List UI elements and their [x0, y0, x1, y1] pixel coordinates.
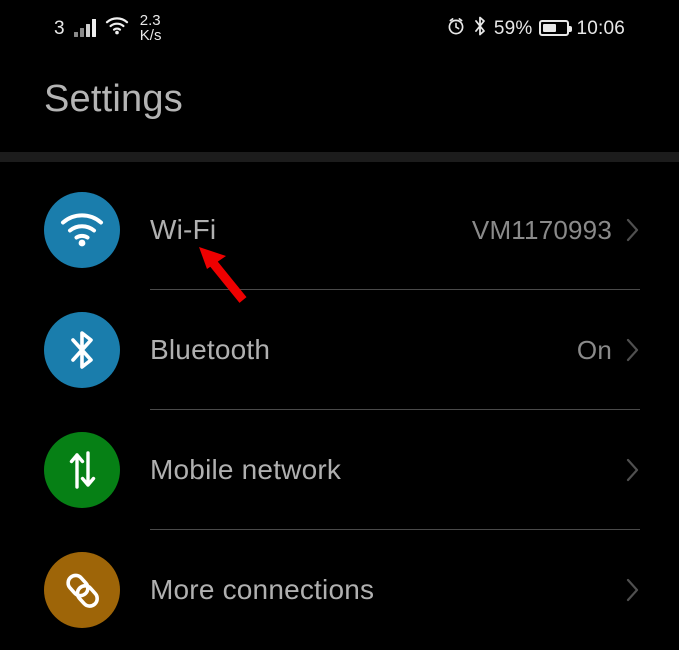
settings-row-body: Bluetooth On: [150, 290, 679, 410]
status-bar: 3 2.3 K/s 59% 10:06: [0, 0, 679, 56]
settings-row-mobile-network[interactable]: Mobile network: [0, 410, 679, 530]
settings-row-label: More connections: [150, 574, 375, 605]
settings-row-body: More connections: [150, 530, 679, 650]
settings-row-body: Mobile network: [150, 410, 679, 530]
bluetooth-icon: [473, 15, 487, 42]
settings-row-wifi[interactable]: Wi-Fi VM1170993: [0, 170, 679, 290]
battery-icon: [539, 20, 573, 36]
wifi-icon: [105, 16, 129, 40]
bluetooth-icon: [44, 312, 120, 388]
chevron-right-icon[interactable]: [626, 458, 640, 482]
settings-row-value: VM1170993: [471, 214, 612, 245]
settings-row-body: Wi-Fi VM1170993: [150, 170, 679, 290]
settings-row-end: [612, 458, 640, 482]
settings-list: Wi-Fi VM1170993 Bluetooth On Mobile netw…: [0, 170, 679, 650]
network-speed-value: 2.3: [139, 12, 161, 29]
settings-row-end: VM1170993: [472, 215, 640, 246]
settings-row-end: [612, 578, 640, 602]
page-title: Settings: [44, 78, 183, 120]
settings-row-value: On: [576, 334, 612, 365]
chevron-right-icon[interactable]: [626, 578, 640, 602]
chevron-right-icon[interactable]: [626, 338, 640, 362]
status-bar-left: 3 2.3 K/s: [54, 13, 161, 43]
chevron-right-icon[interactable]: [626, 218, 640, 242]
sim-slot-label: 3: [54, 17, 65, 39]
network-speed-indicator: 2.3 K/s: [140, 13, 162, 43]
status-bar-right: 59% 10:06: [446, 15, 625, 42]
alarm-clock-icon: [446, 16, 466, 41]
wifi-icon: [44, 192, 120, 268]
network-speed-unit: K/s: [139, 27, 162, 44]
settings-row-more-connections[interactable]: More connections: [0, 530, 679, 650]
mobile-network-icon: [44, 432, 120, 508]
link-icon: [44, 552, 120, 628]
settings-row-bluetooth[interactable]: Bluetooth On: [0, 290, 679, 410]
settings-row-label: Mobile network: [150, 454, 342, 485]
battery-percent-label: 59%: [493, 17, 533, 39]
cellular-signal-icon: [73, 19, 96, 37]
settings-row-label: Wi-Fi: [150, 214, 217, 245]
settings-row-end: On: [577, 335, 640, 366]
phone-screen: 3 2.3 K/s 59% 10:06 Settings Wi-Fi VM117…: [0, 0, 679, 628]
header-separator: [0, 152, 679, 162]
settings-row-label: Bluetooth: [150, 334, 271, 365]
clock-label: 10:06: [576, 17, 625, 39]
battery-fill: [543, 24, 557, 32]
